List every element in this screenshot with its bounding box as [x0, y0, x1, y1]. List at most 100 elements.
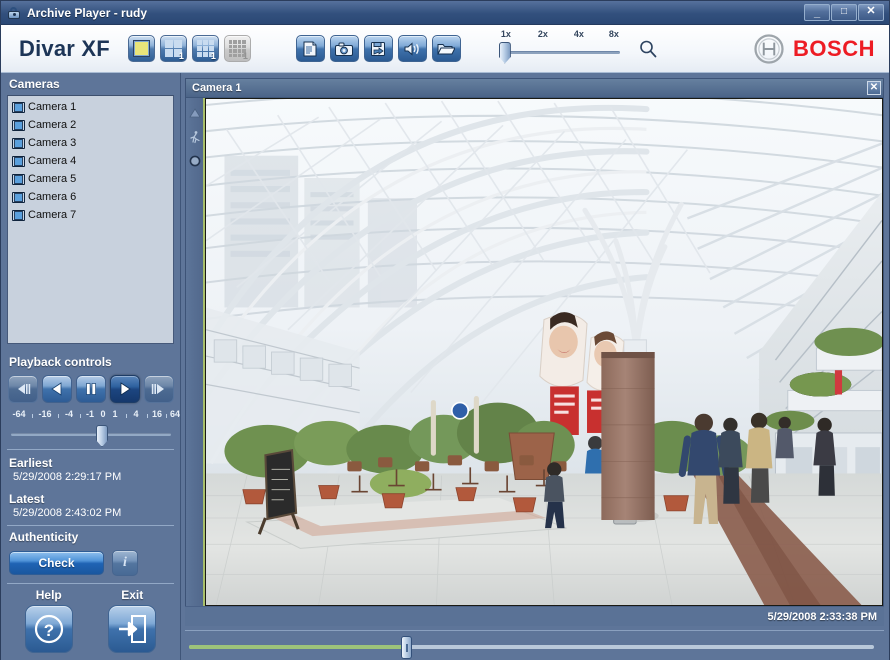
video-timestamp-bar: 5/29/2008 2:33:38 PM	[185, 606, 884, 626]
save-image-button[interactable]	[363, 35, 393, 62]
video-area: Camera 1 ✕ 5/29/2008 2:33:38 PM	[181, 73, 889, 660]
search-icon[interactable]	[638, 39, 658, 59]
exit-cell	[91, 605, 175, 653]
zoom-slider-thumb[interactable]	[498, 41, 511, 64]
speed-tick--4: -4	[64, 409, 74, 419]
window-title: Archive Player - rudy	[27, 5, 148, 20]
play-reverse-icon	[51, 382, 62, 396]
list-item[interactable]: Camera 2	[10, 116, 173, 134]
camera-label: Camera 2	[28, 119, 77, 131]
speed-tick-64: 64	[169, 409, 181, 419]
help-button[interactable]: ?	[24, 605, 73, 653]
bosch-logo: BOSCH	[754, 33, 875, 64]
list-item[interactable]: Camera 1	[10, 98, 173, 116]
latest-value: 5/29/2008 2:43:02 PM	[13, 507, 122, 519]
camera-icon	[12, 209, 25, 221]
minimize-button[interactable]: _	[804, 4, 830, 21]
single-view-glyph	[132, 40, 150, 57]
camera-icon	[12, 101, 25, 113]
save-image-icon	[371, 41, 386, 56]
open-file-button[interactable]	[431, 35, 461, 62]
maximize-button[interactable]: □	[831, 4, 857, 21]
cameras-title: Cameras	[9, 77, 60, 91]
question-mark-icon: ?	[34, 614, 63, 644]
footer-labels: Help Exit	[7, 588, 174, 602]
alarm-icon	[188, 106, 202, 120]
camera-icon	[12, 137, 25, 149]
log-button[interactable]	[295, 35, 325, 62]
timeline-slider[interactable]	[185, 630, 884, 660]
speed-tick--64: -64	[12, 409, 26, 419]
single-view-button[interactable]	[127, 35, 155, 62]
video-frame: Camera 1 ✕	[185, 78, 884, 606]
list-item[interactable]: Camera 5	[10, 170, 173, 188]
list-item[interactable]: Camera 6	[10, 188, 173, 206]
exit-button[interactable]	[108, 605, 157, 653]
speed-slider[interactable]	[7, 424, 174, 447]
divider	[7, 449, 174, 450]
earliest-block: Earliest 5/29/2008 2:29:17 PM	[7, 454, 174, 486]
camera-icon	[12, 119, 25, 131]
list-item[interactable]: Camera 4	[10, 152, 173, 170]
svg-text:?: ?	[44, 621, 54, 640]
speed-slider-thumb[interactable]	[96, 425, 108, 447]
quad-view-button[interactable]: 1	[159, 35, 187, 62]
video-image[interactable]	[205, 98, 883, 606]
check-button[interactable]: Check	[9, 551, 104, 575]
zoom-tick-4x: 4x	[573, 28, 584, 39]
nine-view-button[interactable]: 1	[191, 35, 219, 62]
speed-tick-1: 1	[112, 409, 118, 419]
step-forward-button[interactable]	[144, 375, 174, 403]
lock-icon	[6, 5, 22, 21]
speed-tick--1: -1	[85, 409, 95, 419]
speed-tick-16: 16	[151, 409, 163, 419]
timeline-thumb[interactable]	[401, 636, 412, 659]
reverse-play-button[interactable]	[42, 375, 72, 403]
recording-icon	[188, 154, 202, 168]
pause-button[interactable]	[76, 375, 106, 403]
step-back-button[interactable]	[8, 375, 38, 403]
mall-atrium-scene	[206, 99, 882, 605]
play-button[interactable]	[110, 375, 140, 403]
camera-close-button[interactable]: ✕	[867, 81, 881, 95]
camera-label: Camera 1	[28, 101, 77, 113]
zoom-slider-track[interactable]	[501, 50, 620, 54]
camera-snapshot-icon	[335, 42, 354, 56]
speed-tick--16: -16	[38, 409, 52, 419]
sixteen-view-button[interactable]: 1	[223, 35, 251, 62]
footer-buttons: ?	[7, 605, 174, 653]
play-icon	[120, 382, 131, 396]
log-icon	[303, 41, 317, 56]
speed-tick-0: 0	[100, 409, 106, 419]
layout-button-group: 1 1 1	[127, 35, 251, 62]
left-panel: Cameras Camera 1 Camera 2 Camera 3 Camer…	[1, 73, 181, 660]
help-cell: ?	[7, 605, 91, 653]
audio-button[interactable]	[397, 35, 427, 62]
authenticity-controls: Check i	[7, 550, 174, 576]
info-icon: i	[123, 555, 127, 570]
speed-slider-track[interactable]	[11, 433, 171, 436]
pause-icon	[86, 383, 96, 395]
sixteen-view-badge: 1	[242, 51, 248, 61]
bosch-wordmark: BOSCH	[793, 35, 875, 61]
camera-label: Camera 7	[28, 209, 77, 221]
zoom-tick-8x: 8x	[608, 28, 619, 39]
snapshot-button[interactable]	[329, 35, 359, 62]
video-timestamp: 5/29/2008 2:33:38 PM	[767, 610, 877, 623]
quad-view-badge: 1	[178, 51, 184, 61]
timeline-progress	[189, 645, 407, 649]
camera-icon	[12, 173, 25, 185]
nine-view-badge: 1	[210, 51, 216, 61]
earliest-label: Earliest	[9, 456, 53, 470]
camera-header: Camera 1 ✕	[186, 79, 883, 98]
camera-label: Camera 3	[28, 137, 77, 149]
close-button[interactable]: ✕	[858, 4, 884, 21]
info-button[interactable]: i	[112, 550, 138, 576]
step-forward-icon	[151, 384, 164, 394]
list-item[interactable]: Camera 3	[10, 134, 173, 152]
camera-icon	[12, 155, 25, 167]
list-item[interactable]: Camera 7	[10, 206, 173, 224]
audio-icon	[404, 41, 420, 56]
camera-list[interactable]: Camera 1 Camera 2 Camera 3 Camera 4 Came…	[7, 95, 174, 344]
authenticity-title: Authenticity	[9, 530, 79, 544]
